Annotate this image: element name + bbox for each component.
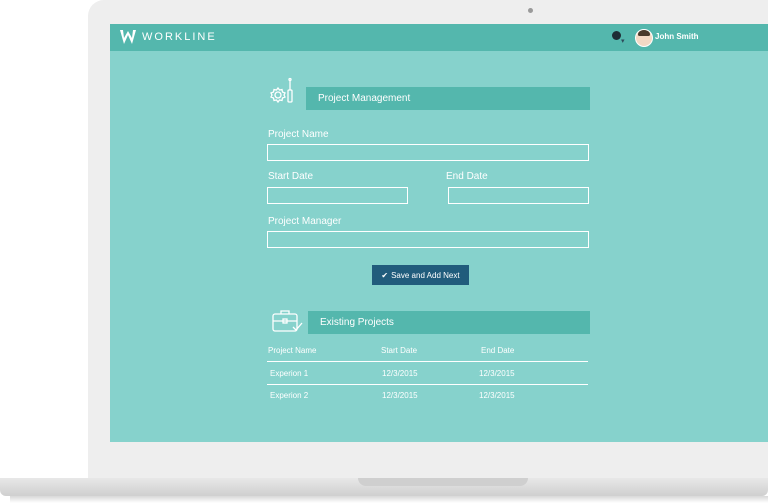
- notification-caret: ▾: [621, 38, 625, 45]
- table-row-2-start-date: 12/3/2015: [382, 391, 418, 400]
- start-date-label: Start Date: [268, 171, 314, 182]
- bell-icon[interactable]: [612, 31, 621, 40]
- settings-gear-icon: [270, 77, 293, 104]
- app-screen: WORKLINE ▾ John Smith Project Management…: [110, 24, 768, 442]
- project-manager-label: Project Manager: [268, 216, 342, 227]
- start-date-input[interactable]: [267, 187, 408, 204]
- project-name-label: Project Name: [268, 129, 329, 140]
- project-management-header: Project Management: [306, 87, 590, 110]
- brand-name: WORKLINE: [142, 31, 217, 43]
- laptop-shadow: [10, 496, 768, 503]
- project-management-title: Project Management: [318, 93, 411, 104]
- existing-projects-header: Existing Projects: [308, 311, 590, 334]
- save-and-add-next-button[interactable]: ✔ Save and Add Next: [372, 265, 469, 285]
- save-and-add-next-label: Save and Add Next: [391, 270, 460, 280]
- table-row-1-end-date: 12/3/2015: [479, 369, 515, 378]
- top-bar: WORKLINE ▾ John Smith: [110, 24, 768, 51]
- table-row-1-project-name[interactable]: Experion 1: [270, 369, 308, 378]
- user-name[interactable]: John Smith: [655, 32, 699, 41]
- table-row-divider: [267, 384, 588, 385]
- project-manager-input[interactable]: [267, 231, 589, 248]
- column-header-start-date: Start Date: [381, 346, 418, 355]
- column-header-end-date: End Date: [481, 346, 515, 355]
- checkmark-icon: ✔: [381, 270, 389, 280]
- end-date-label: End Date: [446, 171, 488, 182]
- table-row-2-end-date: 12/3/2015: [479, 391, 515, 400]
- table-row-2-project-name[interactable]: Experion 2: [270, 391, 308, 400]
- briefcase-check-icon: [272, 310, 303, 332]
- existing-projects-title: Existing Projects: [320, 317, 394, 328]
- workline-logo-icon: [120, 30, 136, 44]
- table-row-1-start-date: 12/3/2015: [382, 369, 418, 378]
- laptop-base-notch: [358, 478, 528, 486]
- avatar[interactable]: [635, 29, 653, 47]
- column-header-project-name: Project Name: [268, 346, 317, 355]
- end-date-input[interactable]: [448, 187, 589, 204]
- table-header-divider: [267, 361, 588, 362]
- camera-dot: [528, 8, 533, 13]
- project-name-input[interactable]: [267, 144, 589, 161]
